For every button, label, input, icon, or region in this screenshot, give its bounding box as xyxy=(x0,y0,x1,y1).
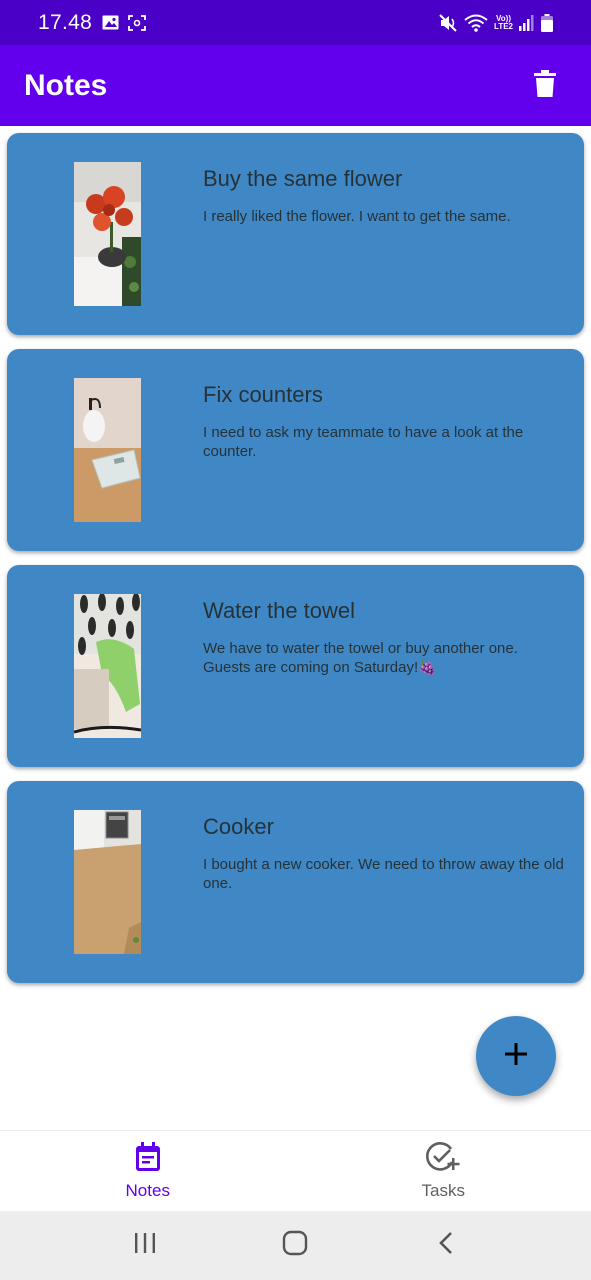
task-add-icon xyxy=(426,1141,460,1177)
app-bar: Notes xyxy=(0,45,591,126)
nav-item-tasks[interactable]: Tasks xyxy=(296,1131,591,1211)
notes-icon xyxy=(134,1141,162,1177)
note-body: We have to water the towel or buy anothe… xyxy=(203,640,518,676)
system-navigation-bar xyxy=(0,1211,591,1280)
note-title: Water the towel xyxy=(203,598,356,623)
mute-icon xyxy=(438,13,458,32)
signal-icon xyxy=(519,14,535,31)
note-card[interactable]: Fix counters I need to ask my teammate t… xyxy=(7,349,584,551)
screenshot-icon xyxy=(128,14,146,31)
bottom-navigation: Notes Tasks xyxy=(0,1130,591,1211)
notes-list: Buy the same flower I really liked the f… xyxy=(7,133,584,997)
delete-all-button[interactable] xyxy=(523,64,567,108)
flower-photo xyxy=(74,162,141,306)
wifi-icon xyxy=(464,14,488,32)
add-note-button[interactable] xyxy=(476,1016,556,1096)
status-time: 17.48 xyxy=(38,10,93,34)
status-bar: 17.48 Vo)) LTE2 xyxy=(0,0,591,45)
note-title: Buy the same flower xyxy=(203,166,403,191)
lte-icon: Vo)) LTE2 xyxy=(494,13,513,31)
plus-icon xyxy=(505,1042,527,1070)
recent-apps-icon xyxy=(133,1232,157,1259)
notes-screen: 17.48 Vo)) LTE2 Notes Buy the same flowe… xyxy=(0,0,591,1280)
home-icon xyxy=(282,1230,308,1261)
towel-photo xyxy=(74,594,141,738)
note-body: I need to ask my teammate to have a look… xyxy=(203,424,524,460)
nav-label-tasks: Tasks xyxy=(421,1180,465,1200)
gallery-icon xyxy=(102,15,119,30)
note-card[interactable]: Water the towel We have to water the tow… xyxy=(7,565,584,767)
back-icon xyxy=(438,1231,454,1260)
kitchen-floor-photo xyxy=(74,810,141,954)
recent-apps-button[interactable] xyxy=(115,1221,175,1271)
back-button[interactable] xyxy=(416,1221,476,1271)
note-title: Cooker xyxy=(203,814,274,839)
note-body: I really liked the flower. I want to get… xyxy=(203,208,511,225)
battery-icon xyxy=(541,13,553,32)
note-title: Fix counters xyxy=(203,382,323,407)
nav-label-notes: Notes xyxy=(125,1180,170,1200)
home-button[interactable] xyxy=(265,1221,325,1271)
note-body: I bought a new cooker. We need to throw … xyxy=(203,856,564,892)
nav-item-notes[interactable]: Notes xyxy=(0,1131,296,1211)
trash-icon xyxy=(534,69,556,102)
note-card[interactable]: Buy the same flower I really liked the f… xyxy=(7,133,584,335)
note-card[interactable]: Cooker I bought a new cooker. We need to… xyxy=(7,781,584,983)
bathroom-scale-photo xyxy=(74,378,141,522)
page-title: Notes xyxy=(24,68,108,102)
